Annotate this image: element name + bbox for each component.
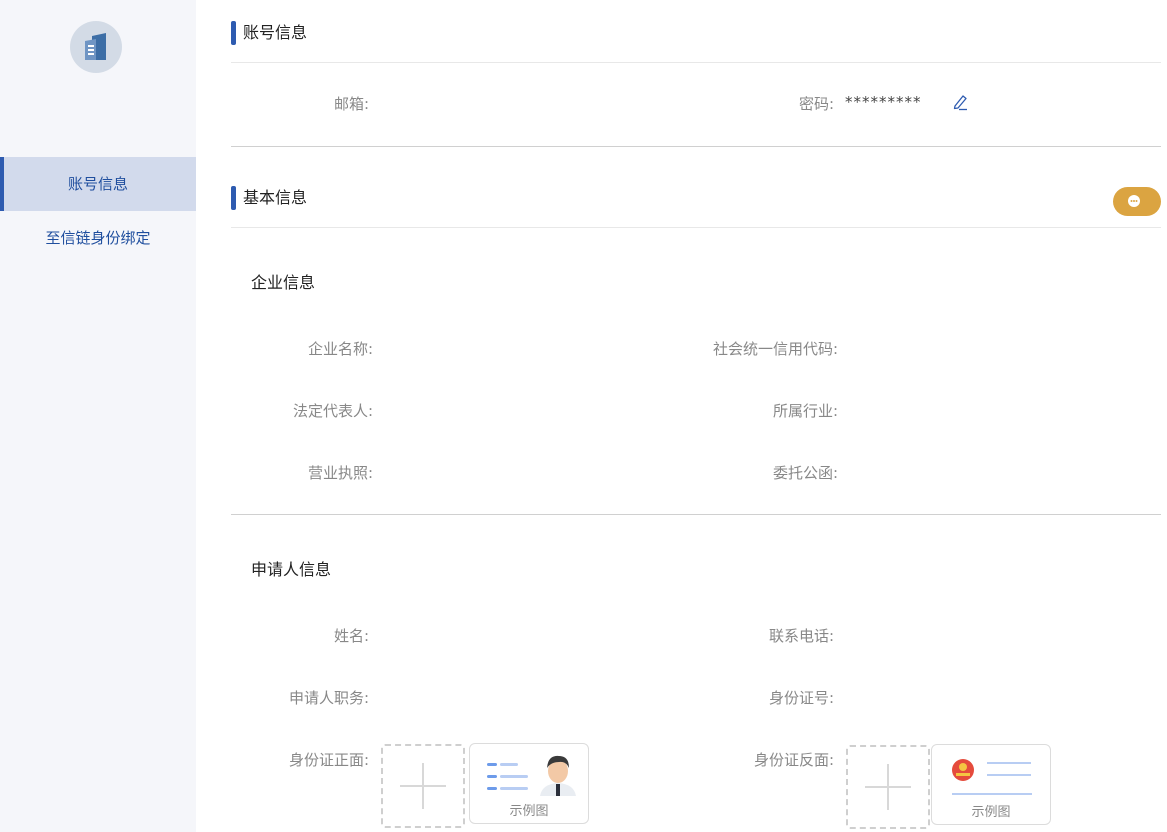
section-title-text: 基本信息	[243, 188, 308, 207]
chat-button[interactable]	[1113, 187, 1161, 216]
business-license-label: 营业执照:	[307, 464, 373, 482]
divider	[231, 227, 1161, 228]
legal-rep-label: 法定代表人:	[292, 402, 373, 420]
sidebar-item-zxl-binding[interactable]: 至信链身份绑定	[0, 211, 196, 265]
company-info-title: 企业信息	[251, 273, 316, 292]
sidebar-item-label: 账号信息	[67, 175, 128, 193]
company-name-label: 企业名称:	[307, 340, 373, 358]
section-accent-bar	[231, 21, 236, 45]
applicant-name-label: 姓名:	[333, 627, 369, 645]
company-avatar	[70, 21, 122, 73]
position-label: 申请人职务:	[288, 689, 369, 707]
plus-icon-vertical	[422, 763, 424, 809]
divider	[231, 514, 1161, 515]
password-value: *********	[845, 93, 922, 111]
plus-icon-vertical	[887, 764, 889, 810]
chat-bubble-icon	[1128, 195, 1140, 207]
building-icon	[85, 33, 106, 60]
id-back-label: 身份证反面:	[753, 751, 834, 769]
id-front-upload-button[interactable]	[381, 744, 465, 828]
section-accent-bar	[231, 186, 236, 210]
national-emblem-icon	[952, 759, 1032, 795]
entrust-letter-label: 委托公函:	[772, 464, 838, 482]
edit-pencil-icon[interactable]	[951, 93, 969, 111]
id-card-portrait-icon	[487, 755, 576, 796]
id-back-upload-button[interactable]	[846, 745, 930, 829]
id-front-sample-image: 示例图	[469, 743, 589, 824]
sidebar-item-account-info[interactable]: 账号信息	[0, 157, 196, 211]
divider	[231, 146, 1161, 147]
sidebar: 账号信息 至信链身份绑定	[0, 0, 196, 832]
phone-label: 联系电话:	[768, 627, 834, 645]
section-title-text: 账号信息	[243, 23, 308, 42]
divider	[231, 62, 1161, 63]
industry-label: 所属行业:	[772, 402, 838, 420]
sample-caption: 示例图	[971, 805, 1011, 820]
sidebar-item-label: 至信链身份绑定	[45, 229, 151, 247]
id-front-label: 身份证正面:	[288, 751, 369, 769]
applicant-info-title: 申请人信息	[251, 560, 332, 579]
password-label: 密码:	[798, 95, 834, 113]
id-back-sample-image: 示例图	[931, 744, 1051, 825]
sample-caption: 示例图	[509, 804, 549, 819]
id-number-label: 身份证号:	[768, 689, 834, 707]
credit-code-label: 社会统一信用代码:	[712, 340, 838, 358]
email-label: 邮箱:	[333, 95, 369, 113]
